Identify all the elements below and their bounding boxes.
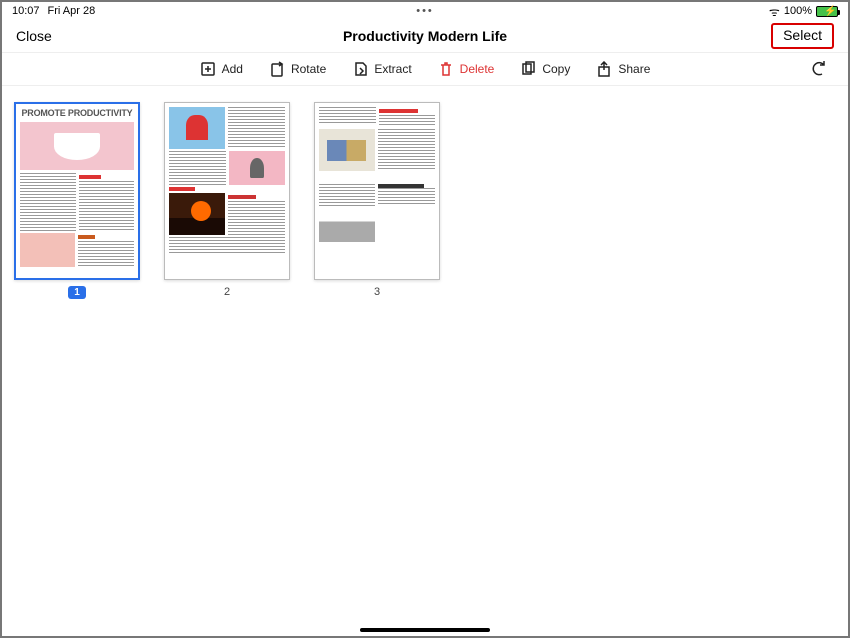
share-icon [596,61,612,77]
page-number-2: 2 [224,286,230,298]
home-indicator[interactable] [360,628,490,632]
rotate-button[interactable]: Rotate [269,61,326,77]
copy-label: Copy [542,62,570,76]
page-grid: PROMOTE PRODUCTIVITY [2,86,848,315]
extract-button[interactable]: Extract [352,61,411,77]
wifi-icon: ᯤ [769,3,780,20]
trash-icon [438,61,454,77]
delete-label: Delete [460,62,495,76]
rotate-label: Rotate [291,62,326,76]
undo-button[interactable] [810,59,828,80]
add-label: Add [222,62,243,76]
rotate-icon [269,61,285,77]
page-thumb-1[interactable]: PROMOTE PRODUCTIVITY [14,102,140,299]
select-button[interactable]: Select [783,27,822,43]
share-button[interactable]: Share [596,61,650,77]
battery-icon: ⚡ [816,6,838,17]
delete-button[interactable]: Delete [438,61,495,77]
page-number-1: 1 [68,286,86,299]
copy-icon [520,61,536,77]
page1-headline: PROMOTE PRODUCTIVITY [20,108,134,120]
undo-icon [810,59,828,77]
status-date: Fri Apr 28 [48,5,96,17]
page-thumb-2[interactable]: 2 [164,102,290,298]
page-number-3: 3 [374,286,380,298]
extract-label: Extract [374,62,411,76]
copy-button[interactable]: Copy [520,61,570,77]
select-highlight: Select [771,23,834,49]
add-icon [200,61,216,77]
close-button[interactable]: Close [16,28,52,44]
document-title: Productivity Modern Life [343,28,507,44]
extract-icon [352,61,368,77]
multitask-dots[interactable]: ••• [416,5,434,17]
toolbar: Add Rotate Extract Delete Copy Share [2,52,848,86]
status-time: 10:07 [12,5,40,17]
share-label: Share [618,62,650,76]
status-bar: 10:07 Fri Apr 28 ••• ᯤ 100% ⚡ [2,2,848,20]
nav-bar: Close Productivity Modern Life Select [2,20,848,52]
add-button[interactable]: Add [200,61,243,77]
page-thumb-3[interactable]: 3 [314,102,440,298]
battery-pct: 100% [784,5,812,17]
